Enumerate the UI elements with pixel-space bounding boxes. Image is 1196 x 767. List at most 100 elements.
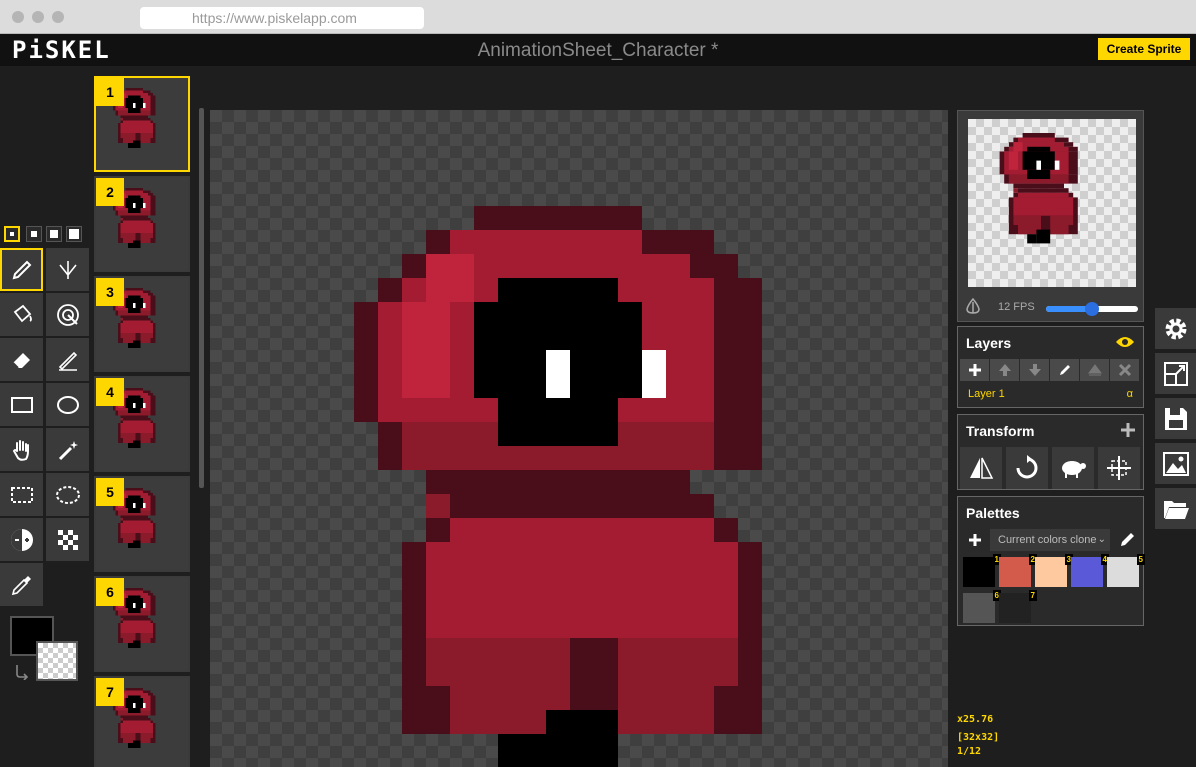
lighten-tool-button[interactable] [0, 518, 43, 561]
color-picker-tool-button[interactable] [0, 563, 43, 606]
plus-icon[interactable] [1119, 421, 1137, 439]
chevron-down-icon: ⌄ [1097, 534, 1106, 545]
save-button[interactable] [1155, 398, 1196, 439]
sprite-pixel-block [498, 734, 546, 767]
shape-select-tool-button[interactable] [46, 428, 89, 471]
folder-open-icon [1163, 500, 1189, 519]
rectangle-select-icon [10, 486, 33, 503]
frame-number: 6 [96, 578, 124, 606]
frame-number: 1 [96, 78, 124, 106]
palette-color-swatch[interactable]: 5 [1107, 554, 1145, 587]
frame-thumbnail[interactable]: 2 [94, 176, 190, 272]
palettes-panel: Palettes Current colors clone ⌄ 1234 5 6 7 [957, 496, 1145, 626]
swap-colors-icon[interactable] [14, 662, 32, 680]
delete-layer-button[interactable] [1110, 359, 1139, 381]
frames-scrollbar[interactable] [199, 108, 204, 488]
frame-thumbnail[interactable]: 6 [94, 576, 190, 672]
move-layer-up-button[interactable] [990, 359, 1019, 381]
clone-button[interactable] [1052, 447, 1094, 489]
palette-color-swatch[interactable]: 1 [963, 554, 1001, 587]
palette-color-swatch[interactable]: 7 [999, 590, 1037, 623]
magic-wand-icon [58, 440, 78, 460]
export-button[interactable] [1155, 443, 1196, 484]
ellipse-tool-button[interactable] [46, 383, 89, 426]
sprite-pixel-block [546, 710, 618, 767]
preview-pixel-block [1027, 234, 1037, 244]
frame-number: 5 [96, 478, 124, 506]
layer-opacity-label[interactable]: α [1127, 388, 1133, 400]
pen-size-1-button[interactable] [4, 226, 20, 242]
rectangle-icon [10, 396, 33, 413]
rectangle-tool-button[interactable] [0, 383, 43, 426]
palette-color-swatch[interactable]: 2 [999, 554, 1037, 587]
move-tool-button[interactable] [0, 428, 43, 471]
add-palette-button[interactable] [962, 529, 988, 551]
paint-same-color-tool-button[interactable] [46, 293, 89, 336]
lasso-select-tool-button[interactable] [46, 473, 89, 516]
fps-slider[interactable] [1046, 302, 1138, 316]
pen-tool-button[interactable] [0, 248, 43, 291]
eye-icon[interactable] [1115, 335, 1135, 349]
pen-size-3-button[interactable] [46, 226, 62, 242]
frame-thumbnail[interactable]: 5 [94, 476, 190, 572]
frame-thumbnail[interactable]: 4 [94, 376, 190, 472]
canvas-size: [32x32] [957, 732, 1000, 743]
rectangle-select-tool-button[interactable] [0, 473, 43, 516]
frame-thumbnail[interactable]: 1 [94, 76, 190, 172]
pencil-icon [1059, 365, 1070, 375]
preview-pixel-block [1054, 160, 1060, 170]
fps-label: 12 FPS [998, 301, 1035, 313]
window-maximize-icon[interactable] [52, 11, 64, 23]
window-close-icon[interactable] [12, 11, 24, 23]
rotate-button[interactable] [1006, 447, 1048, 489]
sprite-drawing [354, 206, 762, 767]
resize-button[interactable] [1155, 353, 1196, 394]
address-bar[interactable]: https://www.piskelapp.com [140, 7, 424, 29]
palette-color-swatch[interactable]: 6 [963, 590, 1001, 623]
pen-icon [12, 260, 31, 279]
pen-size-4-button[interactable] [66, 226, 82, 242]
settings-button[interactable] [1155, 308, 1196, 349]
stroke-tool-button[interactable] [46, 338, 89, 381]
arrow-down-icon [1028, 364, 1041, 376]
frame-number: 4 [96, 378, 124, 406]
pen-size-2-button[interactable] [26, 226, 42, 242]
move-layer-down-button[interactable] [1020, 359, 1049, 381]
frame-thumbnail[interactable]: 7 [94, 676, 190, 767]
layer-name: Layer 1 [968, 388, 1005, 400]
secondary-color-swatch[interactable] [36, 641, 78, 681]
lasso-select-icon [55, 485, 80, 504]
frame-number: 7 [96, 678, 124, 706]
pencil-icon[interactable] [1118, 531, 1136, 549]
layer-item[interactable]: Layer 1 α [958, 385, 1143, 405]
onion-skin-icon[interactable] [964, 297, 982, 315]
window-minimize-icon[interactable] [32, 11, 44, 23]
preview-sprite [999, 133, 1078, 244]
close-icon [1118, 363, 1131, 377]
preview-pixel-block [1013, 142, 1023, 152]
preview-pixel-block [1036, 160, 1041, 170]
merge-layer-button[interactable] [1080, 359, 1109, 381]
create-sprite-button[interactable]: Create Sprite [1098, 38, 1190, 60]
frames-list: 1 2 3 4 5 6 7 [92, 66, 208, 767]
preview-pixel-block [1027, 169, 1051, 179]
eraser-tool-button[interactable] [0, 338, 43, 381]
mirror-pen-tool-button[interactable] [46, 248, 89, 291]
add-layer-button[interactable] [960, 359, 989, 381]
edit-layer-button[interactable] [1050, 359, 1079, 381]
palette-color-swatch[interactable]: 3 [1035, 554, 1073, 587]
palette-color-swatch[interactable]: 4 [1071, 554, 1109, 587]
center-button[interactable] [1098, 447, 1140, 489]
ellipse-icon [56, 395, 79, 414]
fps-slider-handle[interactable] [1085, 302, 1099, 316]
drawing-canvas[interactable] [210, 110, 948, 767]
sprite-pixel-block [402, 302, 450, 398]
palette-dropdown[interactable]: Current colors clone ⌄ [990, 529, 1110, 551]
preview-pixel-block [1013, 197, 1074, 216]
open-button[interactable] [1155, 488, 1196, 529]
flip-horizontal-button[interactable] [960, 447, 1002, 489]
frame-thumbnail[interactable]: 3 [94, 276, 190, 372]
sprite-pixel-block [450, 518, 714, 542]
paint-bucket-tool-button[interactable] [0, 293, 43, 336]
dither-tool-button[interactable] [46, 518, 89, 561]
